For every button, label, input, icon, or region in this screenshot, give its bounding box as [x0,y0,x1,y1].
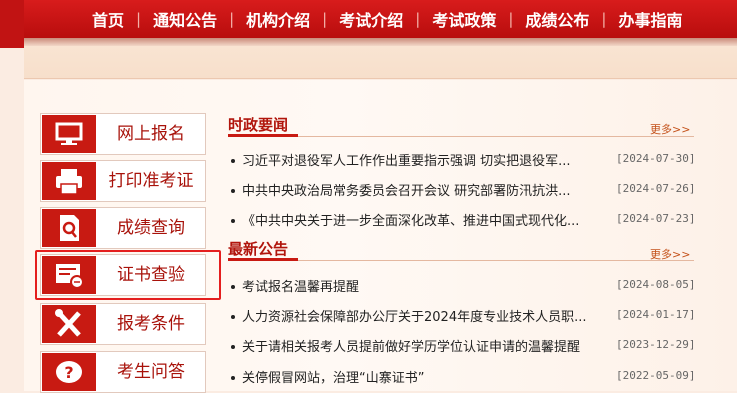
print-admission-ticket-label: 打印准考证 [108,171,194,191]
eligibility-button[interactable]: 报考条件 [40,303,206,345]
banner-strip [24,46,737,79]
eligibility-label: 报考条件 [117,314,185,334]
svg-text:?: ? [64,363,73,382]
question-icon: ? [42,353,96,391]
politics-news-title: 时政要闻 [228,116,289,134]
online-registration-button[interactable]: 网上报名 [40,113,206,155]
online-registration-label: 网上报名 [117,124,185,144]
print-admission-ticket-button[interactable]: 打印准考证 [40,160,206,202]
notice-item-date: [2024-01-17] [616,308,696,321]
candidate-qa-label: 考生问答 [117,362,185,382]
politics-more-link[interactable]: 更多>> [650,121,690,137]
notice-item-date: [2022-05-09] [616,369,696,382]
section-title-underline [228,258,298,261]
nav-item-notices[interactable]: 通知公告 [141,7,229,31]
nav-item-home[interactable]: 首页 [80,7,136,31]
score-query-button[interactable]: 成绩查询 [40,207,206,249]
notice-item-title[interactable]: 关于请相关报考人员提前做好学历学位认证申请的温馨提醒 [242,336,604,355]
bullet-icon [231,189,235,193]
news-item[interactable]: 习近平对退役军人工作作出重要指示强调 切实把退役军... [2024-07-30… [228,150,708,170]
news-item-date: [2024-07-30] [616,152,696,165]
nav-item-results[interactable]: 成绩公布 [513,7,601,31]
notice-item-title[interactable]: 关停假冒网站，治理“山寨证书” [242,367,604,386]
notice-item[interactable]: 人力资源社会保障部办公厅关于2024年度专业技术人员职... [2024-01-… [228,306,708,326]
notice-item-title[interactable]: 考试报名温馨再提醒 [242,276,604,295]
printer-icon [42,162,96,200]
nav-shadow [0,38,737,46]
tools-icon [42,305,96,343]
section-title-underline [228,134,298,137]
bullet-icon [231,285,235,289]
monitor-icon [42,115,96,153]
top-navigation: 首页 | 通知公告 | 机构介绍 | 考试介绍 | 考试政策 | 成绩公布 | … [0,0,737,38]
bullet-icon [231,376,235,380]
bullet-icon [231,315,235,319]
notice-item-date: [2023-12-29] [616,338,696,351]
bullet-icon [231,159,235,163]
search-document-icon [42,209,96,247]
score-query-label: 成绩查询 [117,218,185,238]
notice-item[interactable]: 考试报名温馨再提醒 [2024-08-05] [228,276,708,296]
selection-highlight-box [35,250,221,300]
news-item-title[interactable]: 习近平对退役军人工作作出重要指示强调 切实把退役军... [242,150,604,169]
nav-item-exam-policy[interactable]: 考试政策 [420,7,508,31]
news-item[interactable]: 《中共中央关于进一步全面深化改革、推进中国式现代化... [2024-07-23… [228,210,708,230]
notice-item-title[interactable]: 人力资源社会保障部办公厅关于2024年度专业技术人员职... [242,306,604,325]
nav-item-institution[interactable]: 机构介绍 [234,7,322,31]
latest-notices-title: 最新公告 [228,240,289,258]
left-edge-decoration [0,0,24,48]
news-item-date: [2024-07-26] [616,182,696,195]
bullet-icon [231,219,235,223]
nav-menu: 首页 | 通知公告 | 机构介绍 | 考试介绍 | 考试政策 | 成绩公布 | … [80,0,694,38]
nav-item-exam-intro[interactable]: 考试介绍 [327,7,415,31]
notice-item-date: [2024-08-05] [616,278,696,291]
news-item-date: [2024-07-23] [616,212,696,225]
candidate-qa-button[interactable]: ? 考生问答 [40,351,206,393]
bullet-icon [231,345,235,349]
news-item[interactable]: 中共中央政治局常务委员会召开会议 研究部署防汛抗洪... [2024-07-26… [228,180,708,200]
notice-item[interactable]: 关于请相关报考人员提前做好学历学位认证申请的温馨提醒 [2023-12-29] [228,336,708,356]
notice-item[interactable]: 关停假冒网站，治理“山寨证书” [2022-05-09] [228,367,708,387]
nav-item-guide[interactable]: 办事指南 [606,7,694,31]
news-item-title[interactable]: 中共中央政治局常务委员会召开会议 研究部署防汛抗洪... [242,180,604,199]
news-item-title[interactable]: 《中共中央关于进一步全面深化改革、推进中国式现代化... [242,210,604,229]
